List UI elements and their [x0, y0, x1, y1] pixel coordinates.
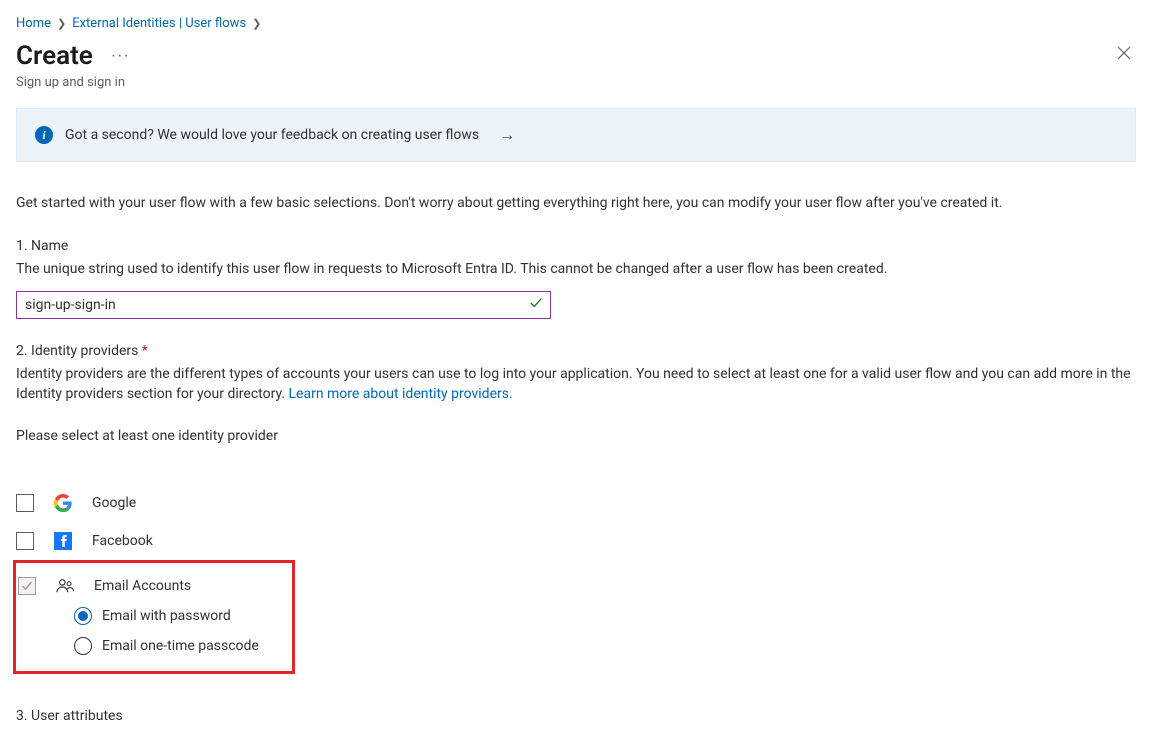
- facebook-icon: [54, 532, 72, 550]
- feedback-text: Got a second? We would love your feedbac…: [65, 127, 479, 143]
- section-attrs-label: 3. User attributes: [16, 708, 1136, 724]
- radio-row-email-password[interactable]: Email with password: [74, 601, 290, 631]
- identity-provider-list: Google Facebook Email Accounts: [16, 484, 1136, 674]
- provider-row-google: Google: [16, 484, 1136, 522]
- page-title: Create: [16, 41, 93, 71]
- section-name-label: 1. Name: [16, 238, 1136, 254]
- checkbox-facebook[interactable]: [16, 532, 34, 550]
- provider-row-facebook: Facebook: [16, 522, 1136, 560]
- provider-label-facebook: Facebook: [92, 533, 153, 549]
- section-idp-desc: Identity providers are the different typ…: [16, 365, 1136, 404]
- checkbox-google[interactable]: [16, 494, 34, 512]
- intro-text: Get started with your user flow with a f…: [16, 194, 1136, 214]
- feedback-banner[interactable]: i Got a second? We would love your feedb…: [16, 108, 1136, 162]
- arrow-right-icon: →: [499, 125, 515, 145]
- highlight-email-accounts: Email Accounts Email with password Email…: [13, 560, 295, 674]
- checkbox-email: [18, 577, 36, 595]
- userflow-name-input[interactable]: [16, 291, 551, 319]
- info-icon: i: [35, 126, 53, 144]
- google-icon: [54, 494, 72, 512]
- breadcrumb-home[interactable]: Home: [16, 16, 51, 31]
- page-subtitle: Sign up and sign in: [16, 75, 136, 90]
- idp-select-hint: Please select at least one identity prov…: [16, 428, 1136, 444]
- people-icon: [56, 577, 74, 595]
- chevron-right-icon: ❯: [57, 17, 66, 30]
- provider-label-google: Google: [92, 495, 136, 511]
- breadcrumb-external-identities[interactable]: External Identities | User flows: [72, 16, 246, 31]
- more-actions-button[interactable]: ···: [105, 45, 136, 67]
- provider-label-email: Email Accounts: [94, 578, 191, 594]
- chevron-right-icon: ❯: [252, 17, 261, 30]
- breadcrumb: Home ❯ External Identities | User flows …: [16, 16, 1136, 31]
- section-name-desc: The unique string used to identify this …: [16, 260, 1136, 280]
- provider-row-email: Email Accounts: [18, 567, 290, 599]
- radio-email-password[interactable]: [74, 607, 92, 625]
- section-idp-label: 2. Identity providers *: [16, 343, 1136, 359]
- close-icon: [1116, 45, 1132, 61]
- radio-label-email-password: Email with password: [102, 608, 231, 624]
- learn-more-idp-link[interactable]: Learn more about identity providers.: [289, 386, 513, 402]
- radio-row-email-otp[interactable]: Email one-time passcode: [74, 631, 290, 661]
- close-button[interactable]: [1112, 41, 1136, 68]
- radio-email-otp[interactable]: [74, 637, 92, 655]
- radio-label-email-otp: Email one-time passcode: [102, 638, 259, 654]
